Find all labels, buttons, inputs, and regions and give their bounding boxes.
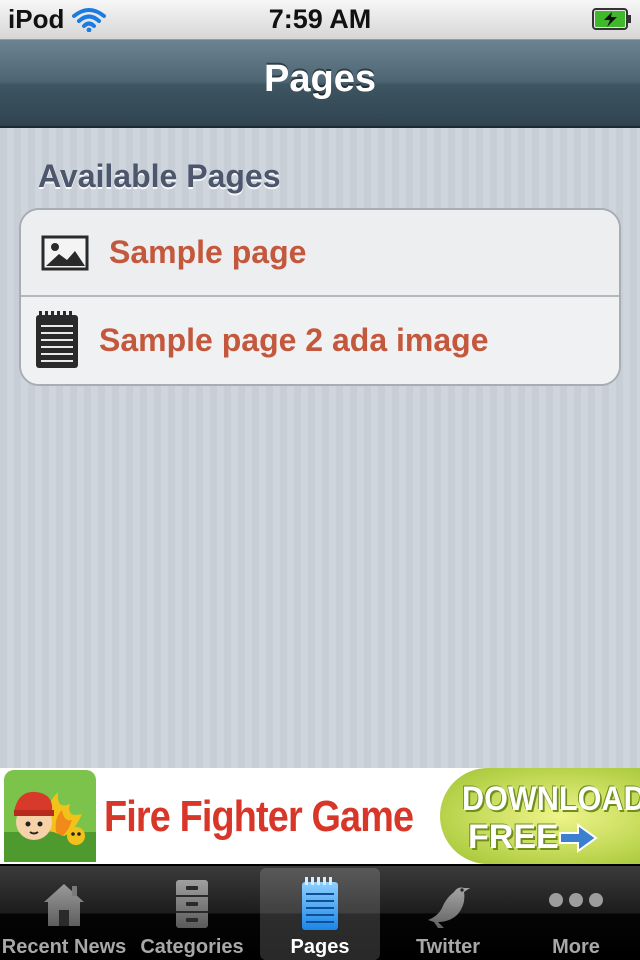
navigation-bar: Pages [0, 40, 640, 128]
download-free-button[interactable]: DOWNLOAD FREE [440, 768, 640, 864]
list-item-label: Sample page [109, 234, 307, 270]
more-dots-icon [549, 893, 603, 907]
tab-label: Recent News [1, 936, 127, 958]
house-icon [44, 884, 84, 926]
list-item-label: Sample page 2 ada image [99, 322, 489, 358]
status-bar: iPod 7:59 AM [0, 0, 640, 40]
free-label: FREE [468, 818, 559, 856]
tab-label: Pages [290, 936, 350, 958]
ad-banner[interactable]: Fire Fighter Game DOWNLOAD FREE [0, 768, 640, 864]
clock: 7:59 AM [268, 4, 372, 34]
content-area: Available Pages Sample page Sample page … [0, 128, 640, 768]
tab-label: More [552, 936, 600, 958]
page-title: Pages [264, 58, 376, 100]
tab-bar: Recent News Categories Pages Twitter Mor… [0, 864, 640, 960]
list-item-sample-page[interactable]: Sample page [21, 210, 619, 297]
file-cabinet-icon [176, 880, 208, 928]
list-item-sample-page-2[interactable]: Sample page 2 ada image [21, 298, 619, 384]
arrow-right-icon [559, 823, 598, 853]
tab-label: Twitter [415, 936, 481, 958]
tab-more[interactable]: More [512, 868, 640, 960]
battery-charging-icon [592, 8, 631, 30]
tab-pages[interactable]: Pages [260, 868, 380, 960]
image-icon [41, 235, 89, 271]
section-header: Available Pages [38, 158, 281, 194]
notepad-icon [36, 311, 78, 368]
pages-list: Sample page Sample page 2 ada image [19, 208, 621, 386]
fire-fighter-game-art [4, 770, 96, 862]
download-label: DOWNLOAD [462, 780, 640, 818]
tab-categories[interactable]: Categories [128, 868, 256, 960]
bird-icon [428, 887, 470, 928]
tab-twitter[interactable]: Twitter [384, 868, 512, 960]
tab-label: Categories [140, 936, 244, 958]
notepad-icon [302, 877, 338, 930]
ad-title: Fire Fighter Game [104, 792, 414, 841]
tab-recent-news[interactable]: Recent News [0, 868, 128, 960]
